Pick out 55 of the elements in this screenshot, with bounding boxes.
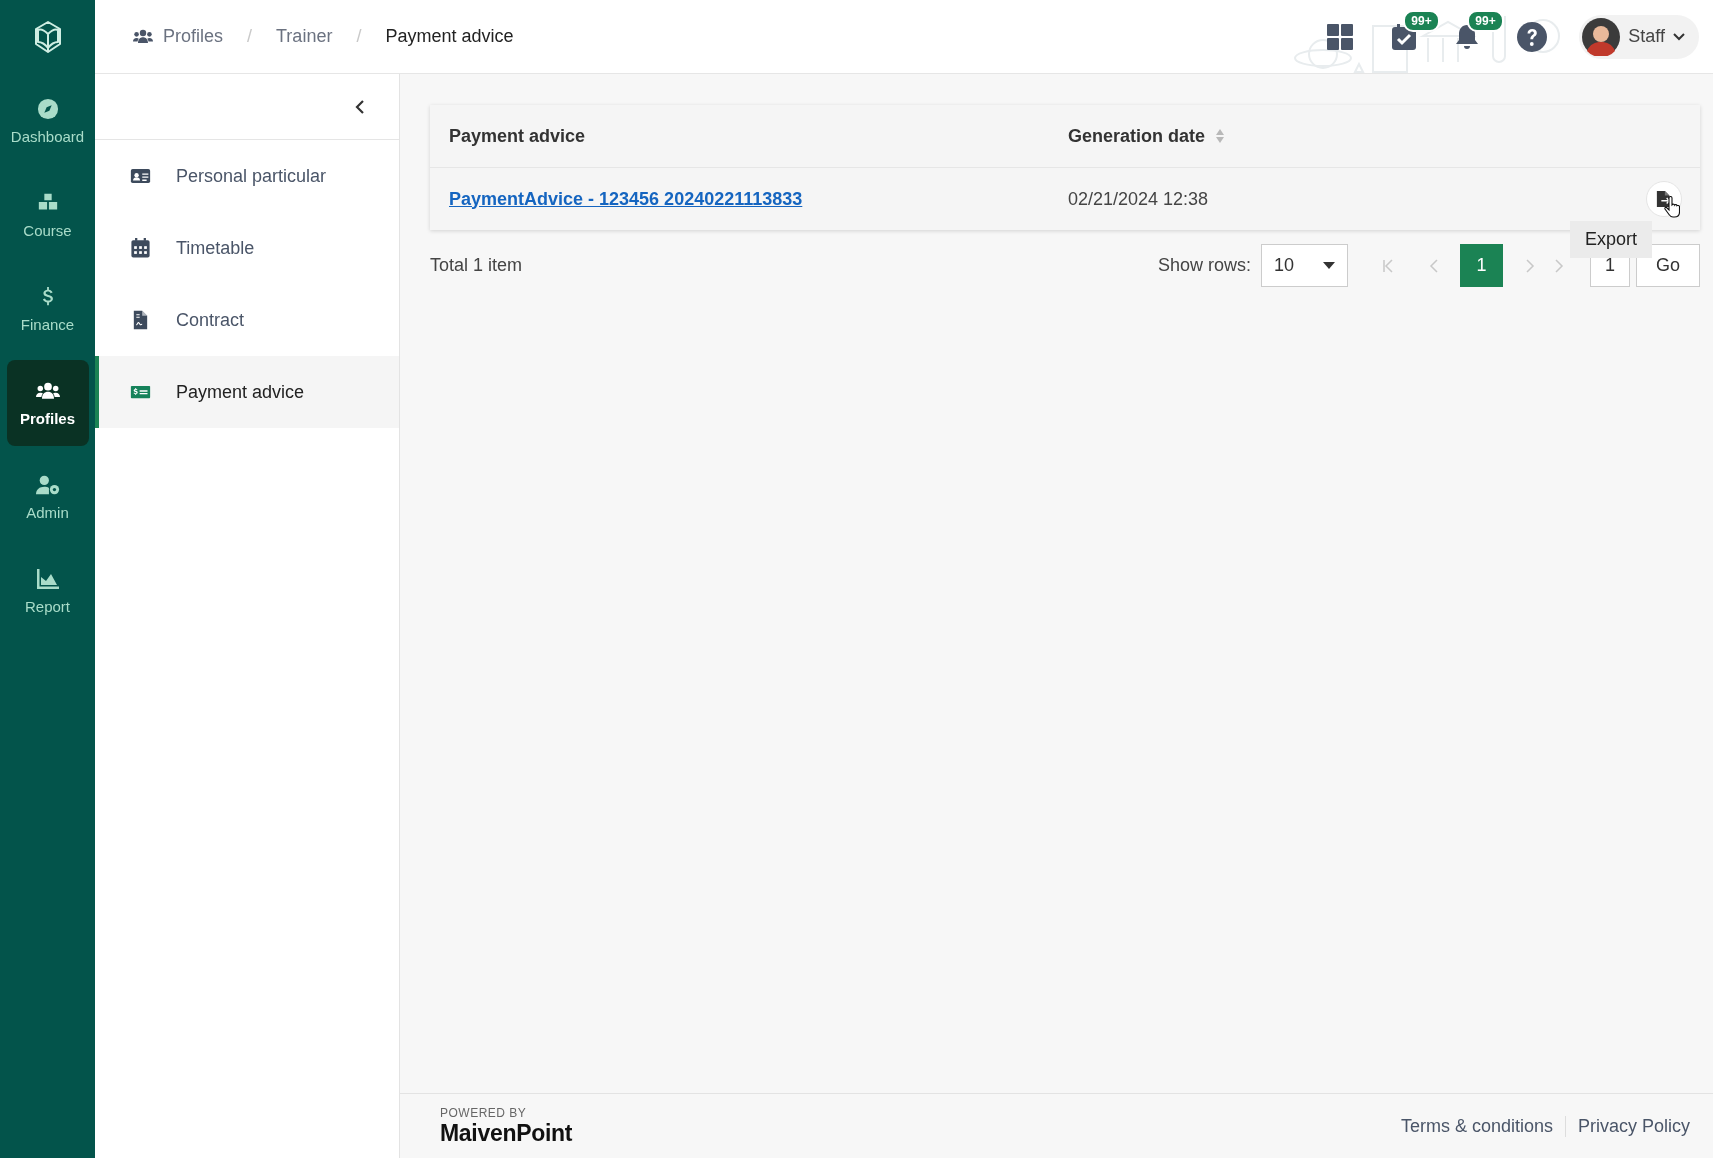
show-rows-label: Show rows: xyxy=(1157,255,1251,276)
last-icon xyxy=(1554,258,1566,273)
user-gear-icon xyxy=(35,473,60,496)
first-icon xyxy=(1381,258,1394,273)
id-card-icon xyxy=(129,166,151,186)
notifications-button[interactable] xyxy=(1455,23,1480,50)
footer-link[interactable]: Privacy Policy xyxy=(1564,1115,1690,1137)
breadcrumb-link[interactable]: Payment advice xyxy=(385,26,514,47)
chevron-left-icon xyxy=(355,98,365,115)
nav-item[interactable]: Dashboard xyxy=(6,78,89,164)
apps-button[interactable] xyxy=(1327,23,1354,50)
rows-dropdown[interactable]: 10 xyxy=(1261,244,1348,287)
count-badge: 99+ xyxy=(1403,9,1440,32)
nav-item[interactable]: Finance xyxy=(6,266,89,352)
caret-down-icon xyxy=(1323,262,1335,269)
nav-item[interactable]: Course xyxy=(6,172,89,258)
export-button[interactable] xyxy=(1646,181,1682,217)
grid-icon xyxy=(1327,23,1354,50)
previous-icon xyxy=(1428,258,1441,273)
brand-logo: MaivenPoint xyxy=(440,1119,573,1147)
compass-icon xyxy=(35,97,60,120)
logo-icon xyxy=(32,20,63,54)
powered-by-label: POWERED BY xyxy=(440,1105,528,1120)
breadcrumb-link[interactable]: Profiles xyxy=(133,26,224,47)
area-chart-icon xyxy=(35,567,60,590)
total-count: Total 1 item xyxy=(430,255,523,276)
go-button[interactable]: Go xyxy=(1636,244,1700,287)
sort-icon xyxy=(1215,128,1226,144)
nav-item[interactable]: Admin xyxy=(6,454,89,540)
help-button[interactable] xyxy=(1517,21,1548,52)
nav-item[interactable]: Report xyxy=(6,548,89,634)
column-header[interactable]: Generation date xyxy=(1068,125,1620,147)
menu-item[interactable]: Payment advice xyxy=(95,356,399,428)
table-cell-text: 02/21/2024 12:38 xyxy=(1068,188,1210,210)
avatar-icon xyxy=(1582,17,1621,56)
people-icon xyxy=(133,29,153,44)
calendar-icon xyxy=(129,238,151,258)
hand-cursor-icon xyxy=(1664,196,1680,218)
menu-item[interactable]: Contract xyxy=(95,284,399,356)
menu-item[interactable]: Personal particular xyxy=(95,140,399,212)
page-button[interactable]: 1 xyxy=(1460,244,1503,287)
column-header: Payment advice xyxy=(449,125,587,147)
count-badge: 99+ xyxy=(1467,9,1504,32)
help-icon xyxy=(1517,21,1548,52)
breadcrumb-link[interactable]: Trainer xyxy=(276,26,333,47)
footer-link[interactable]: Terms & conditions xyxy=(1388,1115,1565,1137)
breadcrumb-separator: / xyxy=(356,26,362,47)
tooltip: Export xyxy=(1569,221,1652,258)
menu-item[interactable]: Timetable xyxy=(95,212,399,284)
file-link[interactable]: PaymentAdvice - 123456 20240221113833 xyxy=(449,188,1068,210)
chevron-down-icon xyxy=(1673,32,1685,41)
breadcrumb-separator: / xyxy=(247,26,253,47)
bell-icon xyxy=(1455,23,1480,50)
user-menu[interactable]: Staff xyxy=(1579,14,1699,59)
nav-item[interactable]: Profiles xyxy=(6,360,89,446)
